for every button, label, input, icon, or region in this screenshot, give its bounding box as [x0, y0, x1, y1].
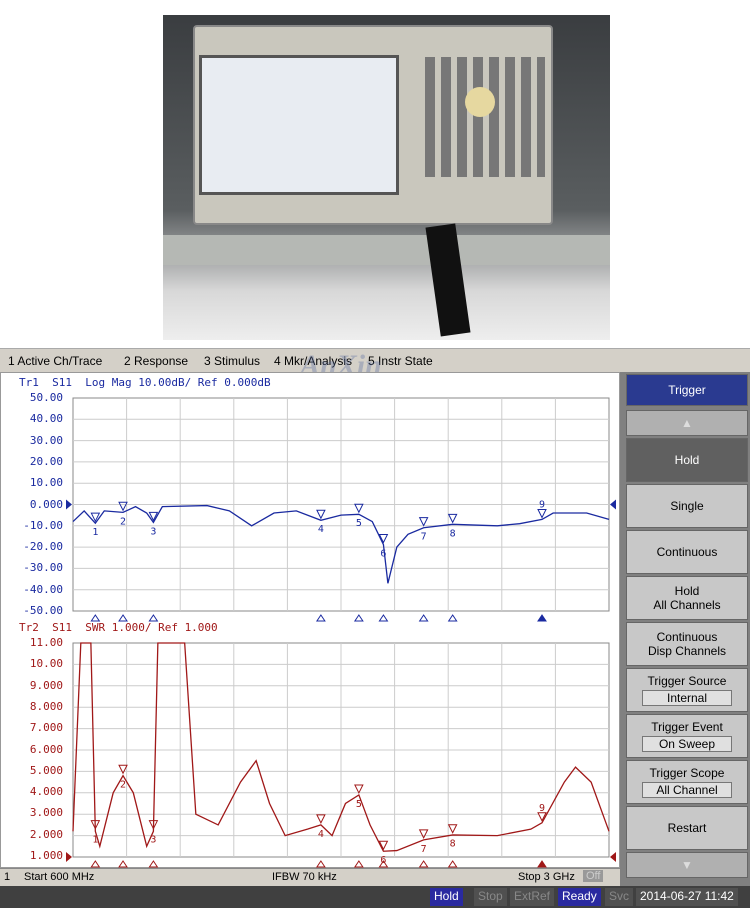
trigger-source-button[interactable]: Trigger Source Internal: [626, 668, 748, 712]
continuous-disp-channels-button[interactable]: Continuous Disp Channels: [626, 622, 748, 666]
marker-number: 9: [539, 499, 545, 510]
marker-axis-tick: [537, 860, 547, 868]
marker-axis-tick: [353, 860, 364, 868]
network-analyzer: [193, 25, 553, 225]
marker-number: 4: [318, 829, 324, 840]
stop-indicator: Stop: [474, 888, 507, 906]
marker-axis-tick: [353, 614, 364, 622]
cont-disp-label-2: Disp Channels: [647, 644, 727, 658]
menu-active-ch[interactable]: 1 Active Ch/Trace: [8, 354, 102, 368]
trace-plot: 123 4567 891234567 89: [66, 397, 616, 868]
marker-number: 3: [150, 526, 156, 537]
marker-axis-tick: [118, 860, 128, 868]
trigger-event-value: On Sweep: [642, 736, 732, 752]
scroll-down-button[interactable]: ▼: [626, 852, 748, 878]
marker-number: 5: [356, 518, 362, 529]
channel-number: 1: [4, 871, 11, 883]
stop-frequency: Stop 3 GHz: [518, 871, 575, 883]
hold-all-label-2: All Channels: [653, 598, 721, 612]
marker-axis-tick: [418, 614, 429, 622]
channel-status-bar: 1 Start 600 MHz IFBW 70 kHz Stop 3 GHz O…: [0, 868, 620, 886]
trigger-event-label: Trigger Event: [651, 720, 723, 734]
extref-indicator: ExtRef: [510, 888, 555, 906]
marker-axis-tick: [118, 614, 128, 622]
marker-axis-tick: [418, 860, 429, 868]
analyzer-screen: [199, 55, 399, 195]
hold-button[interactable]: Hold: [626, 438, 748, 482]
trigger-source-label: Trigger Source: [647, 674, 727, 688]
marker-number: 8: [450, 839, 456, 850]
marker-number: 5: [356, 799, 362, 810]
s11-ref-arrow-right: [610, 499, 616, 510]
scroll-up-button[interactable]: ▲: [626, 410, 748, 436]
marker-number: 6: [380, 548, 386, 559]
marker-number: 2: [120, 779, 126, 790]
marker-number: 1: [92, 835, 98, 846]
trigger-scope-value: All Channel: [642, 782, 732, 798]
ifbw: IFBW 70 kHz: [272, 871, 337, 883]
rotary-knob: [465, 87, 495, 117]
instrument-status-bar: Hold Stop ExtRef Ready Svc 2014-06-27 11…: [0, 886, 750, 908]
menu-response[interactable]: 2 Response: [124, 354, 188, 368]
marker-axis-tick: [148, 860, 159, 868]
hold-all-label: Hold: [674, 584, 700, 598]
svc-indicator: Svc: [605, 888, 634, 906]
marker-number: 1: [92, 527, 98, 538]
marker-number: 7: [421, 844, 427, 855]
marker-number: 7: [421, 532, 427, 543]
single-button[interactable]: Single: [626, 484, 748, 528]
trigger-scope-label: Trigger Scope: [649, 766, 725, 780]
marker-axis-tick: [315, 614, 326, 622]
trigger-scope-button[interactable]: Trigger Scope All Channel: [626, 760, 748, 804]
bench: [163, 235, 610, 265]
hold-indicator: Hold: [430, 888, 463, 906]
menu-bar: 1 Active Ch/Trace 2 Response 3 Stimulus …: [0, 348, 750, 382]
keypad: [425, 57, 545, 177]
swr-ref-arrow-right: [610, 852, 616, 862]
chart-area: Tr1 S11 Log Mag 10.00dB/ Ref 0.000dB Tr2…: [0, 372, 620, 868]
continuous-button[interactable]: Continuous: [626, 530, 748, 574]
marker-axis-tick: [447, 860, 458, 868]
panel-title: Trigger: [626, 374, 748, 406]
swr-ref-arrow: [66, 852, 72, 862]
cont-disp-label: Continuous: [656, 630, 718, 644]
marker-axis-tick: [315, 860, 326, 868]
marker-axis-tick: [148, 614, 159, 622]
datetime: 2014-06-27 11:42: [636, 888, 738, 906]
marker-number: 9: [539, 803, 545, 814]
marker-number: 2: [120, 516, 126, 527]
marker-number: 4: [318, 524, 324, 535]
hold-label: Hold: [674, 453, 700, 467]
restart-button[interactable]: Restart: [626, 806, 748, 850]
trigger-event-button[interactable]: Trigger Event On Sweep: [626, 714, 748, 758]
s11-ref-arrow: [66, 499, 72, 510]
marker-number: 3: [150, 835, 156, 846]
ready-indicator: Ready: [558, 888, 601, 906]
menu-stimulus[interactable]: 3 Stimulus: [204, 354, 260, 368]
marker-axis-tick: [537, 614, 547, 622]
marker-number: 8: [450, 528, 456, 539]
marker-axis-tick: [378, 614, 389, 622]
instrument-photo: [163, 15, 610, 340]
softkey-panel: Trigger ▲ Hold Single Continuous Hold All…: [620, 372, 750, 886]
marker-axis-tick: [90, 614, 101, 622]
marker-axis-tick: [90, 860, 101, 868]
hold-all-channels-button[interactable]: Hold All Channels: [626, 576, 748, 620]
marker-axis-tick: [447, 614, 458, 622]
start-frequency: Start 600 MHz: [24, 871, 95, 883]
trigger-source-value: Internal: [642, 690, 732, 706]
off-indicator: Off: [583, 870, 604, 882]
